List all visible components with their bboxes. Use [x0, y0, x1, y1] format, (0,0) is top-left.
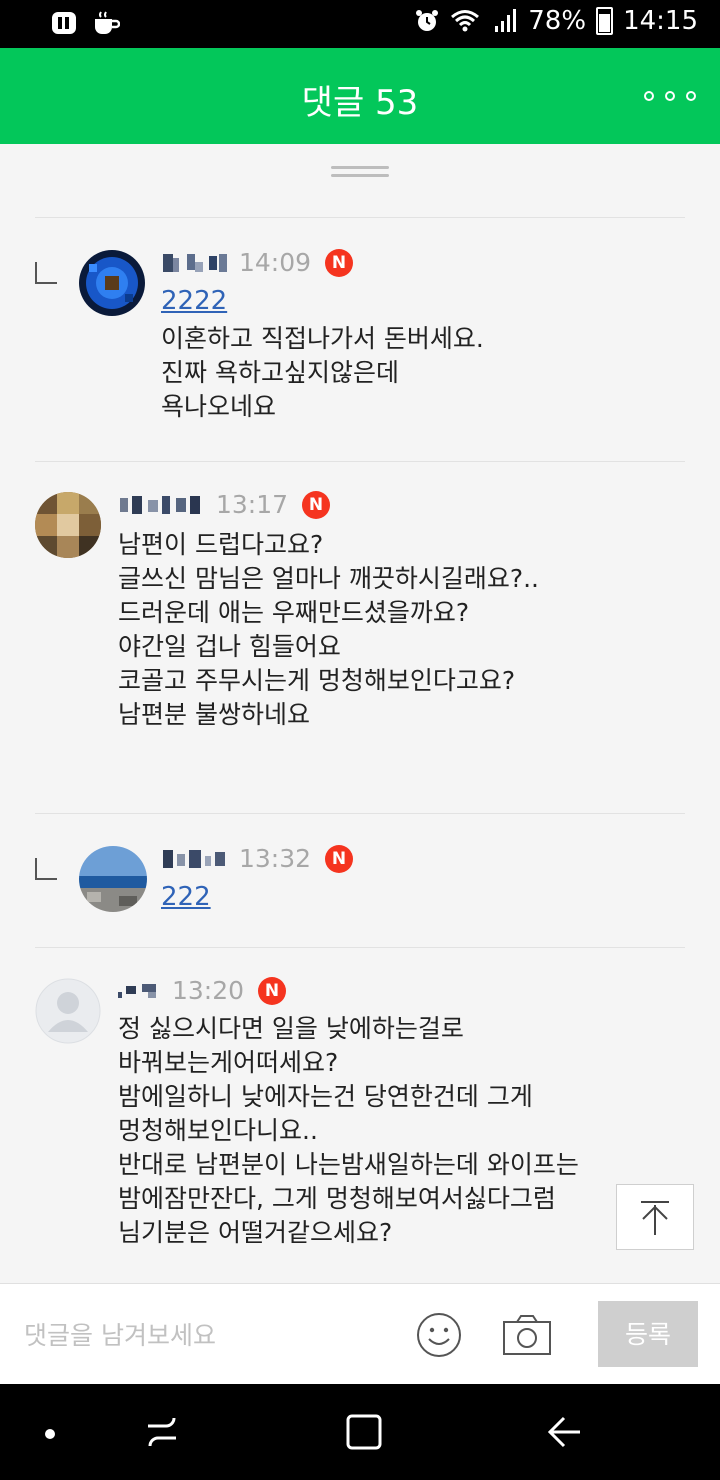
comment-item: 13:20 N 정 싫으시다면 일을 낮에하는걸로 바꿔보는게어떠세요? 밤에일…: [0, 948, 720, 1283]
new-badge: N: [325, 844, 354, 873]
camera-button[interactable]: [502, 1314, 552, 1356]
comment-item: 13:17 N 남편이 드럽다고요? 글쓰신 맘님은 얼마나 깨끗하시길래요?.…: [0, 462, 720, 812]
coffee-cup-icon: [95, 11, 120, 34]
new-badge: N: [258, 976, 287, 1005]
camera-icon: [503, 1315, 551, 1355]
comment-text: 이혼하고 직접나가서 돈버세요. 진짜 욕하고싶지않은데 욕나오네요: [161, 324, 484, 421]
mention-link[interactable]: 222: [161, 882, 211, 912]
app-notification-icon: [52, 12, 76, 34]
comment-text: 정 싫으시다면 일을 낮에하는걸로 바꿔보는게어떠세요? 밤에일하니 낮에자는건…: [118, 1014, 579, 1247]
scroll-to-top-button[interactable]: [616, 1184, 694, 1250]
comment-time: 14:09: [239, 248, 312, 277]
comment-time: 13:32: [239, 844, 312, 873]
comment-input-bar: 등록: [0, 1283, 720, 1384]
more-dot-icon: [665, 91, 675, 101]
wifi-icon: [451, 10, 480, 32]
smiley-icon: [417, 1313, 461, 1357]
more-options-button[interactable]: [644, 78, 696, 114]
new-badge: N: [302, 490, 331, 519]
blurred-nickname: [118, 983, 156, 998]
battery-percent: 78%: [528, 6, 587, 36]
blurred-nickname: [120, 495, 200, 514]
comment-text: 남편이 드럽다고요? 글쓰신 맘님은 얼마나 깨끗하시길래요?.. 드러운데 애…: [118, 530, 540, 729]
comment-item: 14:09 N 2222 이혼하고 직접나가서 돈버세요. 진짜 욕하고싶지않은…: [0, 218, 720, 460]
header-bar: 댓글 53: [0, 48, 720, 144]
mention-link[interactable]: 2222: [161, 286, 227, 316]
alarm-icon: [416, 10, 439, 31]
system-nav-bar: [0, 1384, 720, 1480]
clock: 14:15: [623, 6, 698, 36]
comment-item: 13:32 N 222: [0, 814, 720, 946]
arrow-up-icon: [641, 1201, 669, 1235]
reply-indicator-icon: [35, 858, 57, 880]
blurred-nickname: [163, 253, 227, 272]
battery-icon: [596, 7, 614, 35]
signal-icon: [495, 9, 517, 32]
more-dot-icon: [644, 91, 654, 101]
avatar[interactable]: [35, 492, 101, 558]
blurred-nickname: [163, 849, 225, 868]
default-avatar-icon[interactable]: [35, 978, 101, 1044]
drag-handle[interactable]: [331, 166, 389, 178]
page-title: 댓글 53: [301, 83, 419, 123]
comment-input[interactable]: [22, 1314, 386, 1356]
emoji-button[interactable]: [415, 1311, 463, 1359]
status-bar: 78% 14:15: [0, 0, 720, 48]
more-dot-icon: [686, 91, 696, 101]
comment-time: 13:17: [216, 490, 289, 519]
nav-dot-icon[interactable]: [30, 1412, 70, 1452]
recent-apps-icon[interactable]: [142, 1412, 182, 1452]
back-icon[interactable]: [546, 1412, 586, 1452]
avatar[interactable]: [79, 250, 145, 316]
submit-button[interactable]: 등록: [598, 1301, 698, 1367]
avatar[interactable]: [79, 846, 147, 912]
comment-time: 13:20: [172, 976, 245, 1005]
reply-indicator-icon: [35, 262, 57, 284]
home-icon[interactable]: [344, 1412, 384, 1452]
new-badge: N: [325, 248, 354, 277]
